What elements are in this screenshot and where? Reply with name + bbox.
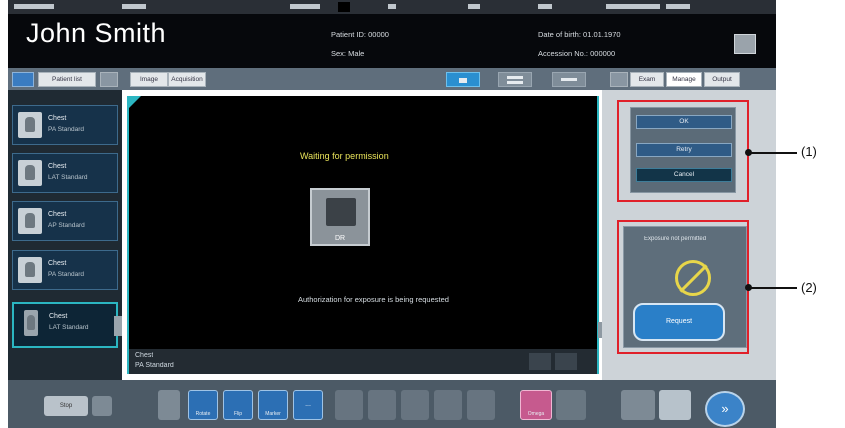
menu-icon[interactable] bbox=[92, 396, 112, 416]
right-panel-tabs: Exam Manage Output bbox=[602, 68, 776, 90]
thumbnail-item[interactable]: Chest AP Standard bbox=[12, 201, 118, 241]
thumbnail-subtitle: PA Standard bbox=[48, 126, 85, 133]
tube-label: DR bbox=[334, 235, 346, 242]
prev-icon[interactable] bbox=[158, 390, 180, 420]
grid-icon[interactable] bbox=[100, 72, 118, 87]
xray-tube-icon: DR bbox=[310, 188, 370, 246]
disabled-tool-icon bbox=[401, 390, 429, 420]
thumbnail-title: Chest bbox=[49, 313, 68, 320]
footer-line-1: Chest bbox=[135, 352, 154, 359]
thumbnail-item[interactable]: Chest PA Standard bbox=[12, 105, 118, 145]
status-block bbox=[338, 2, 350, 12]
image-icon[interactable] bbox=[659, 390, 691, 420]
tab-exam[interactable]: Exam bbox=[630, 72, 664, 87]
xray-limb-icon bbox=[24, 310, 38, 336]
thumbnail-panel: Chest PA Standard Chest LAT Standard Che… bbox=[8, 90, 122, 380]
patient-dob: Date of birth: 01.01.1970 bbox=[538, 30, 621, 39]
viewer-footer: Chest PA Standard bbox=[129, 349, 597, 374]
disabled-tool-icon bbox=[335, 390, 363, 420]
more-button[interactable]: ... bbox=[293, 390, 323, 420]
marker-button[interactable]: Marker bbox=[258, 390, 288, 420]
viewer-tool-icon[interactable] bbox=[529, 353, 551, 370]
accession-no: Accession No.: 000000 bbox=[538, 49, 616, 58]
xray-chest-icon bbox=[18, 160, 42, 186]
tab-image[interactable]: Image bbox=[130, 72, 168, 87]
disabled-tool-icon bbox=[434, 390, 462, 420]
home-icon[interactable] bbox=[12, 72, 34, 87]
status-block bbox=[14, 4, 54, 9]
app-window: John Smith Patient ID: 00000 Sex: Male D… bbox=[0, 0, 845, 428]
tab-manage[interactable]: Manage bbox=[666, 72, 702, 87]
viewer-selection-corner bbox=[127, 96, 141, 110]
flip-label: Flip bbox=[233, 411, 243, 417]
status-block bbox=[290, 4, 320, 9]
stop-button[interactable]: Stop bbox=[44, 396, 88, 416]
collapse-handle[interactable] bbox=[114, 316, 122, 336]
user-icon[interactable] bbox=[734, 34, 756, 54]
xray-chest-icon bbox=[18, 112, 42, 138]
thumbnail-title: Chest bbox=[48, 260, 67, 267]
thumbnail-subtitle: AP Standard bbox=[48, 222, 85, 229]
disabled-tool-icon bbox=[556, 390, 586, 420]
status-bar bbox=[8, 0, 776, 14]
footer-line-2: PA Standard bbox=[135, 362, 174, 369]
callout-2: (2) bbox=[801, 280, 817, 295]
tab-acquisition[interactable]: Acquisition bbox=[168, 72, 206, 87]
thumbnail-subtitle: PA Standard bbox=[48, 271, 85, 278]
rewind-icon[interactable] bbox=[621, 390, 655, 420]
list-icon[interactable] bbox=[610, 72, 628, 87]
viewer-tool-icon[interactable] bbox=[555, 353, 577, 370]
layout-stack-icon[interactable] bbox=[552, 72, 586, 87]
tube-inner bbox=[326, 198, 356, 226]
status-block bbox=[122, 4, 146, 9]
status-block bbox=[666, 4, 690, 9]
omega-label: Omega bbox=[527, 411, 545, 417]
status-block bbox=[606, 4, 660, 9]
xray-chest-icon bbox=[18, 257, 42, 283]
thumbnail-title: Chest bbox=[48, 211, 67, 218]
patient-sex: Sex: Male bbox=[331, 49, 365, 58]
thumbnail-item[interactable]: Chest PA Standard bbox=[12, 250, 118, 290]
thumbnail-item-active[interactable]: Chest LAT Standard bbox=[12, 302, 118, 348]
disabled-tool-icon bbox=[368, 390, 396, 420]
annotation-box-1 bbox=[617, 100, 749, 202]
waiting-message: Waiting for permission bbox=[300, 151, 389, 161]
layout-split-icon[interactable] bbox=[498, 72, 532, 87]
disabled-tool-icon bbox=[467, 390, 495, 420]
thumbnail-title: Chest bbox=[48, 115, 67, 122]
exposure-status-message: Authorization for exposure is being requ… bbox=[298, 295, 449, 304]
annotation-leader-1 bbox=[751, 152, 797, 154]
status-block bbox=[388, 4, 396, 9]
annotation-leader-2 bbox=[751, 287, 797, 289]
thumbnail-subtitle: LAT Standard bbox=[48, 174, 88, 181]
flip-button[interactable]: Flip bbox=[223, 390, 253, 420]
patient-name: John Smith bbox=[26, 18, 167, 48]
thumbnail-subtitle: LAT Standard bbox=[49, 324, 89, 331]
status-block bbox=[538, 4, 552, 9]
tab-output[interactable]: Output bbox=[704, 72, 740, 87]
rotate-label: Rotate bbox=[195, 411, 211, 417]
omega-button[interactable]: Omega bbox=[520, 390, 552, 420]
rotate-button[interactable]: Rotate bbox=[188, 390, 218, 420]
patient-id: Patient ID: 00000 bbox=[331, 30, 389, 39]
tab-patient-list[interactable]: Patient list bbox=[38, 72, 96, 87]
thumbnail-title: Chest bbox=[48, 163, 67, 170]
next-button[interactable]: » bbox=[705, 391, 745, 427]
callout-1: (1) bbox=[801, 144, 817, 159]
xray-chest-icon bbox=[18, 208, 42, 234]
thumbnail-item[interactable]: Chest LAT Standard bbox=[12, 153, 118, 193]
layout-single-icon[interactable] bbox=[446, 72, 480, 87]
status-block bbox=[468, 4, 480, 9]
annotation-box-2 bbox=[617, 220, 749, 354]
marker-label: Marker bbox=[265, 411, 281, 417]
